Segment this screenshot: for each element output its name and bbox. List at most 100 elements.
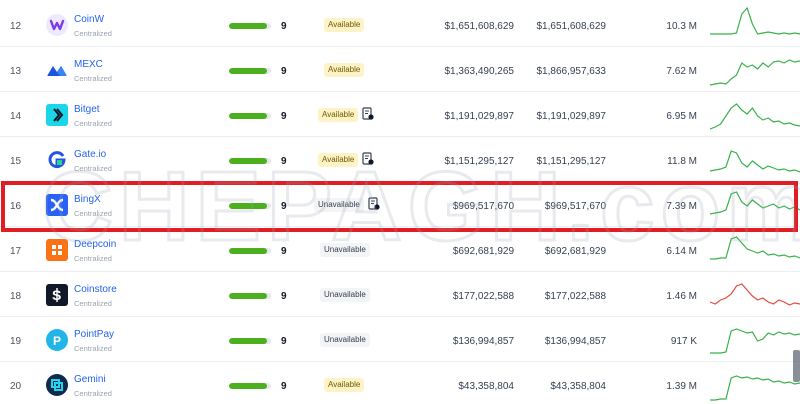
score-bar-fill <box>229 203 267 209</box>
coinw-icon[interactable] <box>46 14 68 36</box>
volume-24h: $969,517,670 <box>452 201 514 212</box>
table-row[interactable]: 15 Gate.io Centralized 9 Available $1,15… <box>0 137 800 182</box>
score-bar <box>229 23 271 29</box>
table-row[interactable]: 19 P PointPay Centralized 9 Unavailable … <box>0 317 800 362</box>
rank-number: 15 <box>10 156 22 167</box>
bingx-icon[interactable] <box>46 194 68 216</box>
score-value: 9 <box>281 381 287 392</box>
table-row[interactable]: 16 BingX Centralized 9 Unavailable $969,… <box>0 182 800 227</box>
volume-24h-adjusted: $1,866,957,633 <box>536 66 606 77</box>
volume-24h: $136,994,857 <box>452 336 514 347</box>
visits-count: 6.95 M <box>666 111 697 122</box>
score-value: 9 <box>281 246 287 257</box>
pointpay-icon[interactable]: P <box>46 329 68 351</box>
sparkline-path <box>710 59 800 86</box>
volume-sparkline <box>710 236 800 260</box>
sparkline-path <box>710 236 800 260</box>
score-value: 9 <box>281 66 287 77</box>
score-bar <box>229 383 271 389</box>
document-icon[interactable] <box>368 197 380 210</box>
volume-sparkline <box>710 283 800 306</box>
visits-count: 6.14 M <box>666 246 697 257</box>
gemini-icon[interactable] <box>46 374 68 396</box>
deepcoin-icon[interactable] <box>46 239 68 261</box>
table-row[interactable]: 20 Gemini Centralized 9 Available $43,35… <box>0 362 800 404</box>
volume-24h-adjusted: $1,151,295,127 <box>536 156 606 167</box>
exchange-name-link[interactable]: PointPay <box>74 329 114 340</box>
exchange-name-link[interactable]: Gate.io <box>74 149 106 160</box>
svg-text:P: P <box>53 334 61 348</box>
bitget-icon[interactable] <box>46 104 68 126</box>
mexc-icon[interactable] <box>46 59 68 81</box>
table-row[interactable]: 18 S Coinstore Centralized 9 Unavailable… <box>0 272 800 317</box>
score-bar-fill <box>229 68 267 74</box>
visits-count: 917 K <box>670 336 697 347</box>
exchange-name-link[interactable]: BingX <box>74 194 101 205</box>
rank-number: 12 <box>10 21 22 32</box>
table-row[interactable]: 13 MEXC Centralized 9 Available $1,363,4… <box>0 47 800 92</box>
status-badge: Unavailable <box>320 288 370 302</box>
coinstore-icon[interactable]: S <box>46 284 68 306</box>
score-bar-fill <box>229 23 267 29</box>
exchange-type-label: Centralized <box>74 164 112 173</box>
volume-24h: $1,363,490,265 <box>444 66 514 77</box>
score-bar-fill <box>229 383 267 389</box>
visits-count: 1.46 M <box>666 291 697 302</box>
exchange-type-label: Centralized <box>74 29 112 38</box>
volume-24h-adjusted: $136,994,857 <box>544 336 606 347</box>
status-badge: Available <box>318 108 359 122</box>
document-icon[interactable] <box>362 152 374 165</box>
score-bar <box>229 203 271 209</box>
score-value: 9 <box>281 291 287 302</box>
exchange-name-link[interactable]: Deepcoin <box>74 239 116 250</box>
sparkline-path <box>710 328 800 354</box>
gateio-icon[interactable] <box>46 149 68 171</box>
visits-count: 1.39 M <box>666 381 697 392</box>
volume-24h-adjusted: $1,191,029,897 <box>536 111 606 122</box>
status-badge: Available <box>324 378 365 392</box>
rank-number: 17 <box>10 246 22 257</box>
scrollbar-thumb[interactable] <box>793 350 800 382</box>
visits-count: 10.3 M <box>666 21 697 32</box>
status-badge: Unavailable <box>320 333 370 347</box>
rank-number: 14 <box>10 111 22 122</box>
status-badge: Available <box>318 153 359 167</box>
rank-number: 19 <box>10 336 22 347</box>
sparkline-path <box>710 375 800 401</box>
volume-24h: $692,681,929 <box>452 246 514 257</box>
score-bar-fill <box>229 113 267 119</box>
score-value: 9 <box>281 201 287 212</box>
volume-sparkline <box>710 328 800 354</box>
score-bar-fill <box>229 338 267 344</box>
score-value: 9 <box>281 21 287 32</box>
exchange-name-link[interactable]: Bitget <box>74 104 100 115</box>
table-row[interactable]: 12 CoinW Centralized 9 Available $1,651,… <box>0 2 800 47</box>
volume-24h: $1,191,029,897 <box>444 111 514 122</box>
document-icon[interactable] <box>362 107 374 120</box>
score-bar <box>229 248 271 254</box>
score-bar <box>229 338 271 344</box>
table-row[interactable]: 17 Deepcoin Centralized 9 Unavailable $6… <box>0 227 800 272</box>
score-value: 9 <box>281 156 287 167</box>
exchange-type-label: Centralized <box>74 209 112 218</box>
exchange-name-link[interactable]: CoinW <box>74 14 104 25</box>
exchange-name-link[interactable]: MEXC <box>74 59 103 70</box>
exchange-type-label: Centralized <box>74 389 112 398</box>
rank-number: 18 <box>10 291 22 302</box>
score-bar <box>229 293 271 299</box>
volume-24h-adjusted: $692,681,929 <box>544 246 606 257</box>
volume-sparkline <box>710 191 800 215</box>
exchange-name-link[interactable]: Gemini <box>74 374 106 385</box>
table-row[interactable]: 14 Bitget Centralized 9 Available $1,191… <box>0 92 800 137</box>
volume-24h-adjusted: $177,022,588 <box>544 291 606 302</box>
sparkline-path <box>710 283 800 306</box>
exchange-name-link[interactable]: Coinstore <box>74 284 117 295</box>
score-value: 9 <box>281 111 287 122</box>
sparkline-path <box>710 103 800 130</box>
volume-sparkline <box>710 375 800 401</box>
sparkline-path <box>710 150 800 173</box>
visits-count: 11.8 M <box>667 156 697 167</box>
exchange-type-label: Centralized <box>74 254 112 263</box>
score-bar <box>229 158 271 164</box>
volume-sparkline <box>710 6 800 35</box>
